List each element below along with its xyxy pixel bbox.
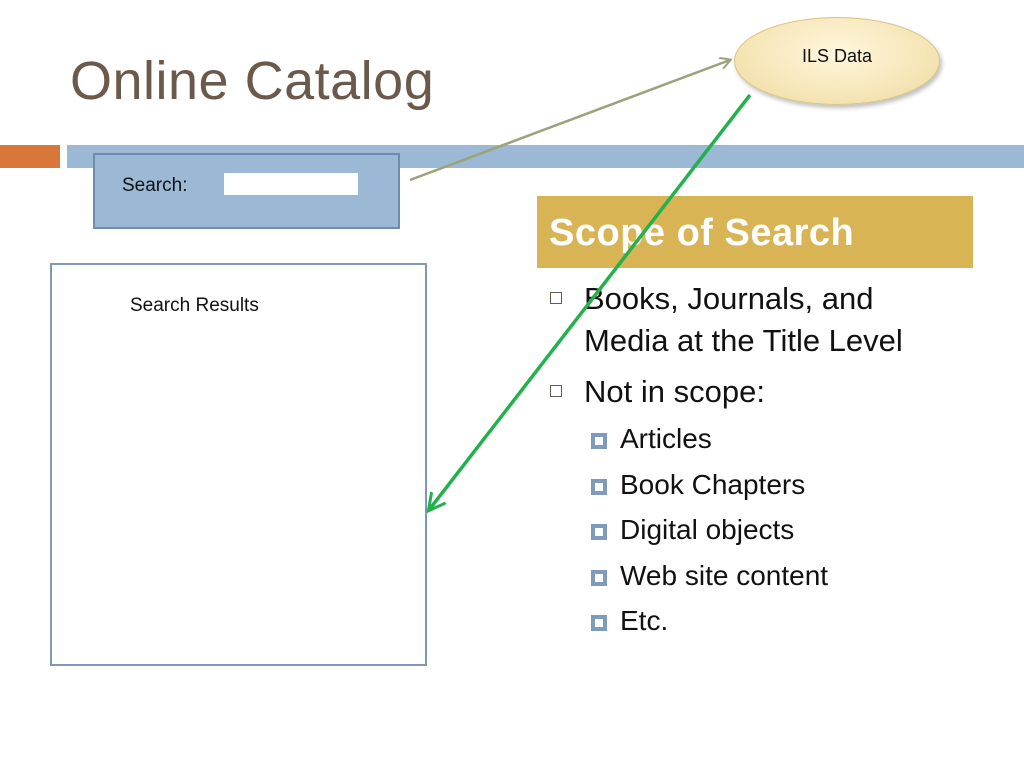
- slide-title: Online Catalog: [70, 51, 435, 111]
- search-input[interactable]: [224, 173, 358, 195]
- filled-square-bullet-icon: [591, 479, 607, 495]
- search-results-label: Search Results: [130, 295, 259, 316]
- filled-square-bullet-icon: [591, 570, 607, 586]
- square-bullet-icon: [550, 385, 562, 397]
- filled-square-bullet-icon: [591, 433, 607, 449]
- sub-bullet-text: Articles: [620, 423, 712, 454]
- search-results-panel: Search Results: [50, 263, 427, 666]
- square-bullet-icon: [550, 292, 562, 304]
- sub-bullet-text: Etc.: [620, 605, 669, 636]
- filled-square-bullet-icon: [591, 615, 607, 631]
- ils-data-label: ILS Data: [801, 45, 873, 66]
- sub-bullet-text: Digital objects: [620, 514, 795, 545]
- scope-title: Scope of Search: [549, 212, 855, 254]
- search-panel: Search:: [93, 153, 400, 229]
- search-label: Search:: [122, 175, 188, 196]
- sub-bullet-text: Web site content: [620, 560, 829, 591]
- scope-header: Scope of Search: [537, 196, 973, 268]
- sub-bullet-text: Book Chapters: [620, 469, 806, 500]
- ils-data-node: ILS Data: [734, 17, 940, 105]
- scope-bullet-text: Not in scope:: [584, 374, 765, 409]
- accent-bar-orange: [0, 145, 60, 168]
- filled-square-bullet-icon: [591, 524, 607, 540]
- scope-bullet-continuation: Media at the Title Level: [584, 323, 903, 358]
- scope-bullet-text: Books, Journals, and: [584, 281, 874, 316]
